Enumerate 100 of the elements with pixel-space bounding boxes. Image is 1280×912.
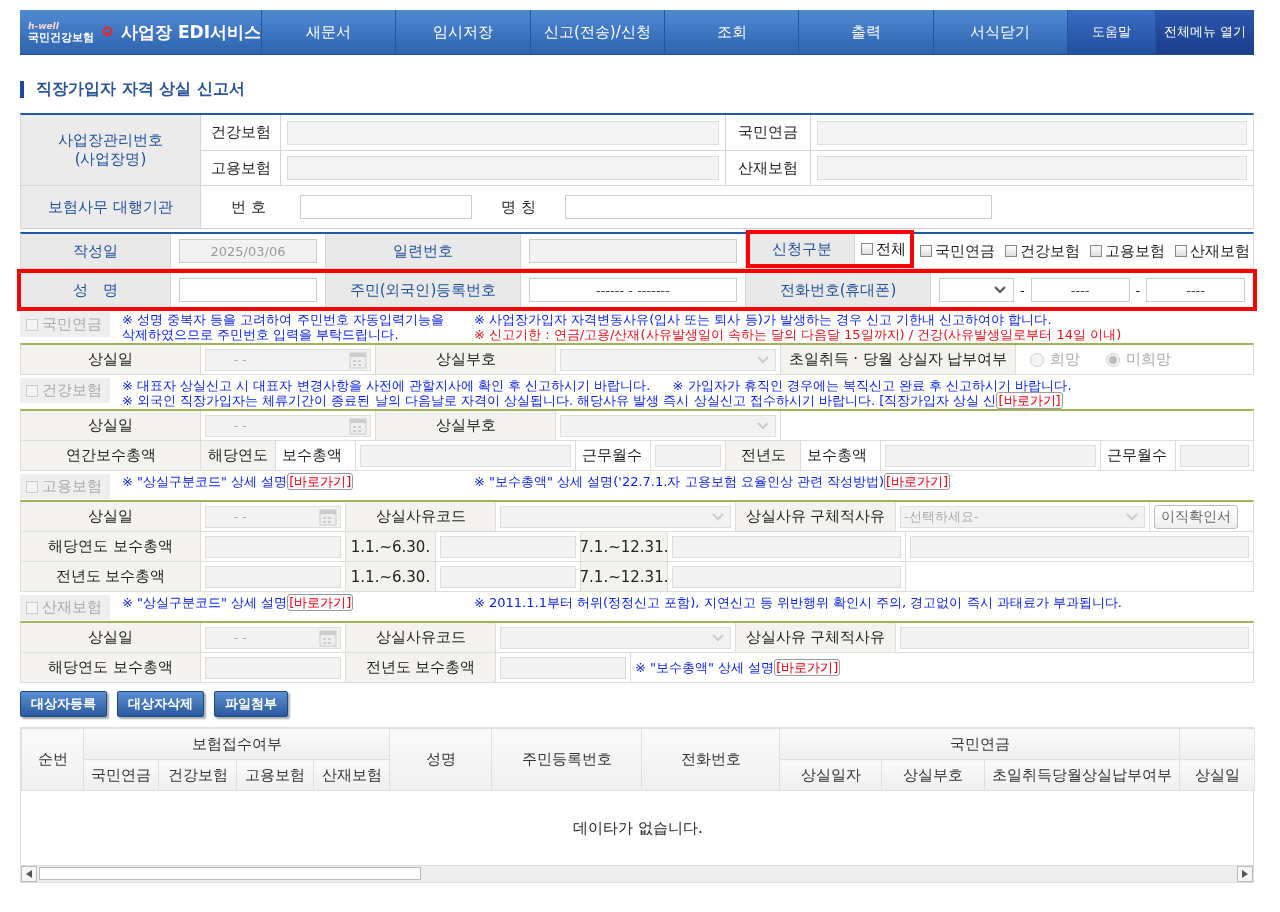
notice-text: ※ 사업장가입자 자격변동사유(입사 또는 퇴사 등)가 발생하는 경우 신고 기한내 신고하여야 합니다. <box>474 312 1053 327</box>
input-field[interactable] <box>440 535 576 558</box>
scroll-right-button[interactable] <box>1237 866 1253 882</box>
column-header: 건강보험 <box>158 759 237 791</box>
separator-text: - <box>1135 282 1141 298</box>
select-field[interactable] <box>939 278 1014 302</box>
notice-text: ※ 대표자 상실신고 시 대표자 변경사항을 사전에 관할지사에 확인 후 신고하시기 바랍니다. <box>122 378 651 393</box>
select-field[interactable] <box>560 414 776 437</box>
field-label: 상실부호 <box>376 345 556 374</box>
field-label: (사업장명) <box>74 150 147 169</box>
checkbox-option[interactable]: 고용보험 <box>1090 241 1169 261</box>
checkbox-option[interactable]: 전체 <box>861 239 910 259</box>
select-field[interactable] <box>500 626 731 649</box>
input-field[interactable] <box>900 626 1249 649</box>
input-field[interactable] <box>565 195 992 219</box>
column-header: 상실일자 <box>779 759 882 791</box>
field-label: 해당연도 보수총액 <box>21 653 201 682</box>
input-field[interactable] <box>300 195 472 219</box>
column-header: 전화번호 <box>641 728 780 791</box>
scrollbar-thumb[interactable] <box>39 867 421 880</box>
checkbox[interactable] <box>861 243 873 255</box>
field-label: 명 칭 <box>500 196 537 218</box>
input-field[interactable] <box>179 278 317 302</box>
column-header: 국민연금 <box>83 759 159 791</box>
column-header: 주민등록번호 <box>491 728 642 791</box>
triangle-right-icon <box>1242 870 1248 878</box>
field-label: 근무월수 <box>576 441 651 470</box>
checkbox[interactable] <box>920 245 932 257</box>
calendar-icon <box>349 350 367 369</box>
notice-text: ※ "상실구분코드" 상세 설명[바로가기] <box>122 474 355 489</box>
select-field[interactable] <box>500 505 731 528</box>
checkbox-option[interactable]: 산재보험 <box>1175 241 1254 261</box>
checkbox[interactable] <box>1005 245 1017 257</box>
scroll-left-button[interactable] <box>21 866 37 882</box>
field-label: 상실사유 구체적사유 <box>736 623 896 652</box>
field-label: 초일취득 · 당월 상실자 납부여부 <box>781 345 1016 374</box>
column-header: 성명 <box>389 728 492 791</box>
input-field[interactable] <box>885 444 1096 467</box>
logo-text: 국민건강보험 <box>28 30 94 44</box>
field-label: 주민(외국인)등록번호 <box>326 273 521 307</box>
action-button[interactable]: 대상자등록 <box>20 691 107 717</box>
empty-message: 데이타가 없습니다. <box>21 790 1255 865</box>
column-group-header: 국민연금 <box>779 728 1180 760</box>
column-header: 산재보험 <box>313 759 390 791</box>
field-label: 해당연도 <box>201 441 276 470</box>
input-field[interactable] <box>360 444 571 467</box>
input-field[interactable] <box>529 239 737 263</box>
input-field[interactable] <box>205 535 341 558</box>
field-label: 전화번호(휴대폰) <box>746 273 931 307</box>
input-field[interactable] <box>655 444 721 467</box>
calendar-icon <box>349 416 367 435</box>
input-field[interactable] <box>205 565 341 588</box>
column-header: 초일취득당월상실납부여부 <box>984 759 1180 791</box>
field-label: 상실사유 구체적사유 <box>736 502 896 531</box>
menu-item[interactable]: 전체메뉴 열기 <box>1155 10 1254 54</box>
date-field[interactable]: 2025/03/06 <box>179 239 317 263</box>
calendar-icon <box>319 507 337 526</box>
field-label: 1.1.~6.30. <box>346 562 436 591</box>
checkbox[interactable] <box>1175 245 1187 257</box>
column-group-header: 보험접수여부 <box>83 728 390 760</box>
input-field[interactable] <box>910 535 1249 558</box>
field-label: 전년도 보수총액 <box>21 562 201 591</box>
select-field[interactable] <box>560 348 776 371</box>
triangle-left-icon <box>26 870 32 878</box>
field-label: 보수총액 <box>276 441 356 470</box>
field-label: 고용보험 <box>201 151 281 186</box>
action-button[interactable]: 대상자삭제 <box>117 691 204 717</box>
input-field[interactable] <box>500 656 626 679</box>
notice-text: ※ 신고기한 : 연금/고용/산재(사유발생일이 속하는 달의 다음달 15일까지) / 건강(사유발생일로부터 14일 이내) <box>474 327 1122 342</box>
field-label: 일련번호 <box>326 234 521 268</box>
input-field[interactable] <box>1180 444 1249 467</box>
input-field[interactable] <box>205 656 341 679</box>
field-label: 전년도 보수총액 <box>346 653 496 682</box>
action-button[interactable]: 파일첨부 <box>214 691 288 717</box>
field-label: 신청구분 <box>750 234 855 264</box>
input-field[interactable] <box>440 565 576 588</box>
field-label: 성 명 <box>21 273 171 307</box>
checkbox-option[interactable]: 건강보험 <box>1005 241 1084 261</box>
input-field[interactable]: ------ - ------- <box>529 278 737 302</box>
input-field[interactable] <box>672 565 901 588</box>
menu-item[interactable]: 도움말 <box>1067 10 1156 54</box>
notice-text: ※ 성명 중복자 등을 고려하여 주민번호 자동입력기능을 삭제하였으므로 주민번호 입력을 부탁드립니다. <box>122 312 445 342</box>
input-field[interactable]: ---- <box>1030 278 1130 302</box>
field-label: 건강보험 <box>201 115 281 151</box>
field-label: 7.1.~12.31. <box>581 532 668 561</box>
input-field[interactable]: ---- <box>1146 278 1245 302</box>
notice-text: ※ "보수총액" 상세 설명[바로가기] <box>635 660 841 675</box>
checkbox-option[interactable]: 국민연금 <box>920 241 999 261</box>
input-field[interactable] <box>672 535 901 558</box>
checkbox[interactable] <box>1090 245 1102 257</box>
logo-tagline: h-well <box>28 20 59 31</box>
field-label: 7.1.~12.31. <box>581 562 668 591</box>
field-label: 근무월수 <box>1101 441 1176 470</box>
notice-text: ※ 가입자가 휴직인 경우에는 복직신고 완료 후 신고하시기 바랍니다. <box>672 378 1072 393</box>
field-label: 상실일 <box>21 502 201 531</box>
page-title: 직장가입자 자격 상실 신고서 <box>36 78 245 100</box>
field-label: 보수총액 <box>801 441 881 470</box>
notice-text: ※ "보수총액" 상세 설명('22.7.1.자 고용보험 요율인상 관련 작성방법)[바로가기] <box>474 474 951 489</box>
field-label: 상실일 <box>21 345 201 374</box>
field-label: 국민연금 <box>726 115 811 151</box>
